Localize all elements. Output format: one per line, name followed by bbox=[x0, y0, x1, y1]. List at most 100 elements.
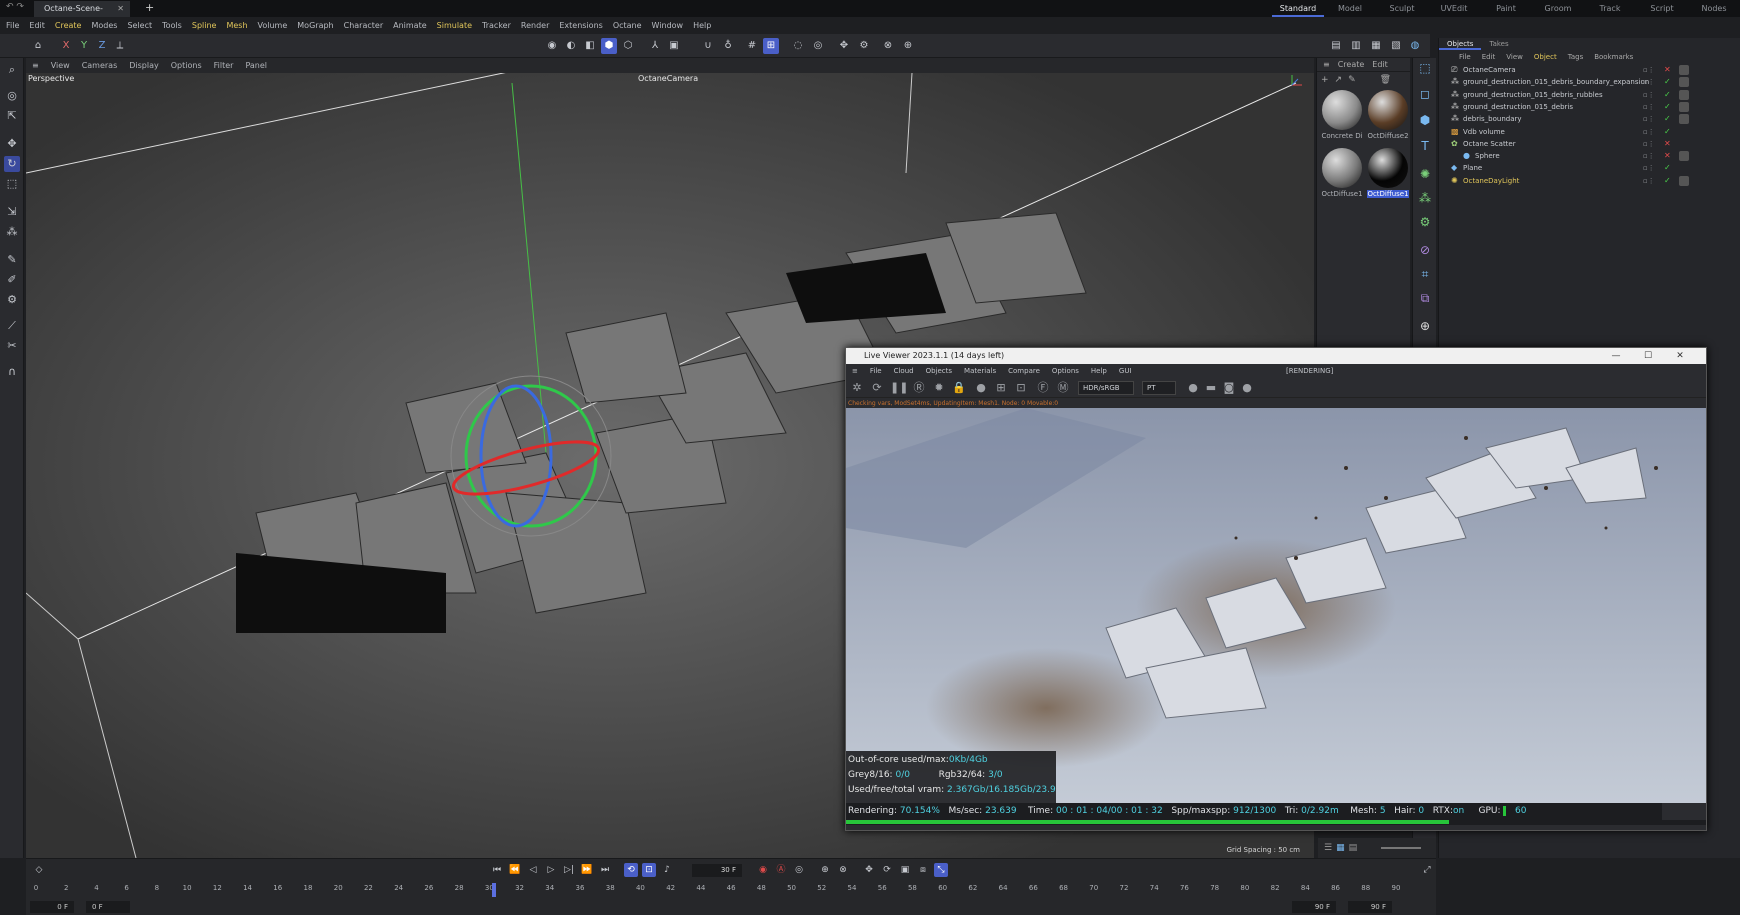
render-view-icon[interactable]: ◎ bbox=[810, 38, 826, 54]
tile-view-icon[interactable]: ▤ bbox=[1349, 843, 1358, 853]
material-swatch[interactable]: OctDiffuse1 bbox=[1367, 148, 1409, 198]
viewport-menu-panel[interactable]: Panel bbox=[245, 61, 267, 70]
timeline-expand-icon[interactable]: ⤢ bbox=[1420, 863, 1434, 877]
material-swatch[interactable]: Concrete Di bbox=[1321, 90, 1363, 140]
coordinate-system-icon[interactable]: ⟂ bbox=[112, 38, 128, 54]
viewport-menu-cameras[interactable]: Cameras bbox=[82, 61, 118, 70]
sound-icon[interactable]: ♪ bbox=[660, 863, 674, 877]
viewport-menu-filter[interactable]: Filter bbox=[214, 61, 234, 70]
camera-icon[interactable]: ◙ bbox=[1222, 381, 1236, 395]
viewport-menu-options[interactable]: Options bbox=[171, 61, 202, 70]
eyedropper-icon[interactable]: ✎ bbox=[1348, 75, 1356, 85]
arrow-icon[interactable]: ↗ bbox=[1335, 75, 1343, 85]
scale-icon[interactable]: ⬚ bbox=[4, 176, 20, 192]
frame-ruler[interactable]: 0 2 4 6 8 10 12 14 16 18 20 22 24 26 28 30 32 34 36 38 40 42 4… bbox=[34, 884, 1416, 898]
minimize-icon[interactable]: — bbox=[1600, 348, 1632, 364]
go-to-start-icon[interactable]: ⏮ bbox=[490, 863, 504, 877]
live-viewer-menu-help[interactable]: Help bbox=[1091, 367, 1107, 375]
undo-icon[interactable]: ⌂ bbox=[30, 38, 46, 54]
current-frame-field[interactable]: 30 F bbox=[692, 864, 742, 877]
material-swatch[interactable]: OctDiffuse1 bbox=[1321, 148, 1363, 198]
move-icon[interactable]: ✥ bbox=[4, 136, 20, 152]
close-tab-icon[interactable]: ✕ bbox=[117, 1, 124, 17]
model-mode-icon[interactable]: ◉ bbox=[544, 38, 560, 54]
menu-file[interactable]: File bbox=[6, 21, 19, 30]
layout-tab-model[interactable]: Model bbox=[1324, 0, 1376, 17]
globe-icon[interactable]: ⊕ bbox=[1417, 318, 1433, 334]
enabled-check-icon[interactable]: ✓ bbox=[1664, 126, 1671, 138]
field-icon[interactable]: ⊘ bbox=[1417, 242, 1433, 258]
picture-viewer-icon[interactable]: ▧ bbox=[1388, 38, 1404, 54]
fps-icon[interactable]: ⊡ bbox=[642, 863, 656, 877]
object-mode-icon[interactable]: ◧ bbox=[582, 38, 598, 54]
live-viewer-menu-materials[interactable]: Materials bbox=[964, 367, 996, 375]
object-row[interactable]: ⁂ ground_destruction_015_debris_boundary_… bbox=[1439, 76, 1740, 88]
layout-tab-sculpt[interactable]: Sculpt bbox=[1376, 0, 1428, 17]
object-menu-edit[interactable]: Edit bbox=[1482, 53, 1496, 61]
material-tag-icon[interactable] bbox=[1679, 175, 1689, 186]
undo-redo-icon[interactable]: ↶ ↷ bbox=[6, 2, 24, 12]
magnet-icon[interactable]: ∪ bbox=[700, 38, 716, 54]
object-row[interactable]: ● Sphere ▫⋮ ✕ bbox=[1439, 150, 1740, 162]
kernel-select[interactable]: PT bbox=[1142, 381, 1176, 395]
render-active-icon[interactable]: ▥ bbox=[1348, 38, 1364, 54]
position-key-icon[interactable]: ⊕ bbox=[818, 863, 832, 877]
disabled-x-icon[interactable]: ✕ bbox=[1664, 138, 1671, 150]
search-icon[interactable]: ⌕ bbox=[4, 62, 20, 78]
object-menu-object[interactable]: Object bbox=[1534, 53, 1557, 61]
keyframe-icon[interactable]: ◇ bbox=[32, 863, 46, 877]
enabled-check-icon[interactable]: ✓ bbox=[1664, 76, 1671, 88]
primitive-icon[interactable]: ⬢ bbox=[1417, 112, 1433, 128]
play-icon[interactable]: ▷ bbox=[544, 863, 558, 877]
region-render-icon[interactable]: Ⓡ bbox=[912, 381, 926, 395]
octane-tools-icon[interactable]: ⊗ bbox=[880, 38, 896, 54]
enabled-check-icon[interactable]: ✓ bbox=[1664, 113, 1671, 125]
document-tab[interactable]: Octane-Scene-Test.c4d ✕ bbox=[34, 1, 130, 29]
material-menu-edit[interactable]: Edit bbox=[1372, 58, 1388, 72]
visibility-dots-icon[interactable]: ▫⋮ bbox=[1643, 175, 1655, 187]
camera-name-label[interactable]: OctaneCamera bbox=[638, 74, 698, 83]
deformer-icon[interactable]: ⚙ bbox=[1417, 214, 1433, 230]
live-viewer-menu-gui[interactable]: GUI bbox=[1119, 367, 1132, 375]
select-icon[interactable]: ⇱ bbox=[4, 108, 20, 124]
live-viewer-menu-compare[interactable]: Compare bbox=[1008, 367, 1040, 375]
material-preview-icon[interactable]: ● bbox=[974, 381, 988, 395]
enabled-check-icon[interactable]: ✓ bbox=[1664, 175, 1671, 187]
go-to-end-icon[interactable]: ⏭ bbox=[598, 863, 612, 877]
mograph-icon[interactable]: ⁂ bbox=[1417, 190, 1433, 206]
menu-extensions[interactable]: Extensions bbox=[559, 21, 602, 30]
live-viewer-titlebar[interactable]: Live Viewer 2023.1.1 (14 days left) — ☐ … bbox=[846, 348, 1706, 364]
scene-icon[interactable]: ⌗ bbox=[1417, 266, 1433, 282]
visibility-dots-icon[interactable]: ▫⋮ bbox=[1643, 76, 1655, 88]
menu-select[interactable]: Select bbox=[127, 21, 152, 30]
trash-icon[interactable]: 🗑 bbox=[1380, 75, 1391, 85]
visibility-dots-icon[interactable]: ▫⋮ bbox=[1643, 162, 1655, 174]
magnet-tool-icon[interactable]: ∩ bbox=[4, 364, 20, 380]
menu-spline[interactable]: Spline bbox=[192, 21, 217, 30]
object-row[interactable]: ⁂ ground_destruction_015_debris ▫⋮ ✓ bbox=[1439, 101, 1740, 113]
snap-icon[interactable]: ⅄ bbox=[647, 38, 663, 54]
octane-live-icon[interactable]: ◍ bbox=[1407, 38, 1423, 54]
disabled-x-icon[interactable]: ✕ bbox=[1664, 64, 1671, 76]
next-key-icon[interactable]: ⏩ bbox=[580, 863, 594, 877]
layout-tab-paint[interactable]: Paint bbox=[1480, 0, 1532, 17]
menu-modes[interactable]: Modes bbox=[91, 21, 117, 30]
octane-settings-icon[interactable]: ⊕ bbox=[900, 38, 916, 54]
viewport-menu-view[interactable]: View bbox=[51, 61, 70, 70]
interpolation-icon[interactable]: ⤡ bbox=[934, 863, 948, 877]
text-icon[interactable]: T bbox=[1417, 138, 1433, 154]
menu-animate[interactable]: Animate bbox=[393, 21, 427, 30]
render-icon[interactable]: ▤ bbox=[1328, 38, 1344, 54]
next-frame-icon[interactable]: ▷| bbox=[562, 863, 576, 877]
keyframe-selection-icon[interactable]: ◎ bbox=[792, 863, 806, 877]
material-tag-icon[interactable] bbox=[1679, 77, 1689, 88]
disabled-x-icon[interactable]: ✕ bbox=[1664, 150, 1671, 162]
close-icon[interactable]: ✕ bbox=[1664, 348, 1696, 364]
maximize-icon[interactable]: ☐ bbox=[1632, 348, 1664, 364]
visibility-dots-icon[interactable]: ▫⋮ bbox=[1643, 113, 1655, 125]
render-settings-icon[interactable]: ▦ bbox=[1368, 38, 1384, 54]
lock-icon[interactable]: 🔒 bbox=[952, 381, 966, 395]
menu-tracker[interactable]: Tracker bbox=[482, 21, 511, 30]
brush-icon[interactable]: ⟋ bbox=[4, 318, 20, 334]
visibility-dots-icon[interactable]: ▫⋮ bbox=[1643, 150, 1655, 162]
